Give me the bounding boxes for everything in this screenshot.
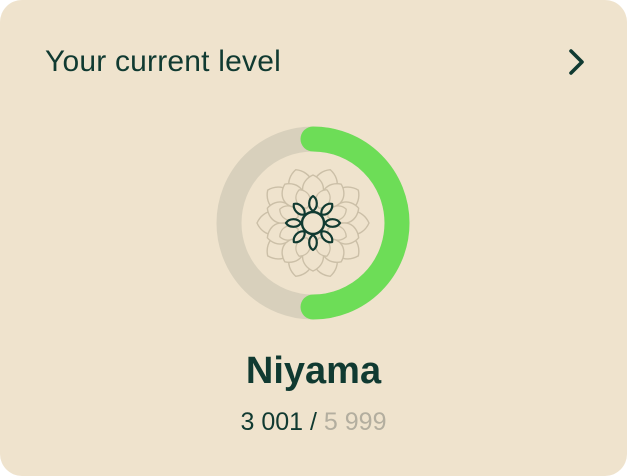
card-title: Your current level xyxy=(45,45,281,78)
current-points: 3 001 xyxy=(240,408,304,436)
card-header: Your current level xyxy=(45,40,587,84)
chevron-right-icon xyxy=(569,49,584,75)
level-name: Niyama xyxy=(245,350,382,392)
level-progress-ring xyxy=(215,125,411,321)
points-progress: 3 001 / 5 999 xyxy=(0,405,627,439)
open-level-button[interactable] xyxy=(555,44,587,80)
target-points: 5 999 xyxy=(323,408,387,436)
lotus-mandala-icon xyxy=(256,169,370,277)
current-level-card: Your current level Niyama 3 001 / 5 999 xyxy=(0,0,627,476)
points-separator: / xyxy=(303,408,324,436)
